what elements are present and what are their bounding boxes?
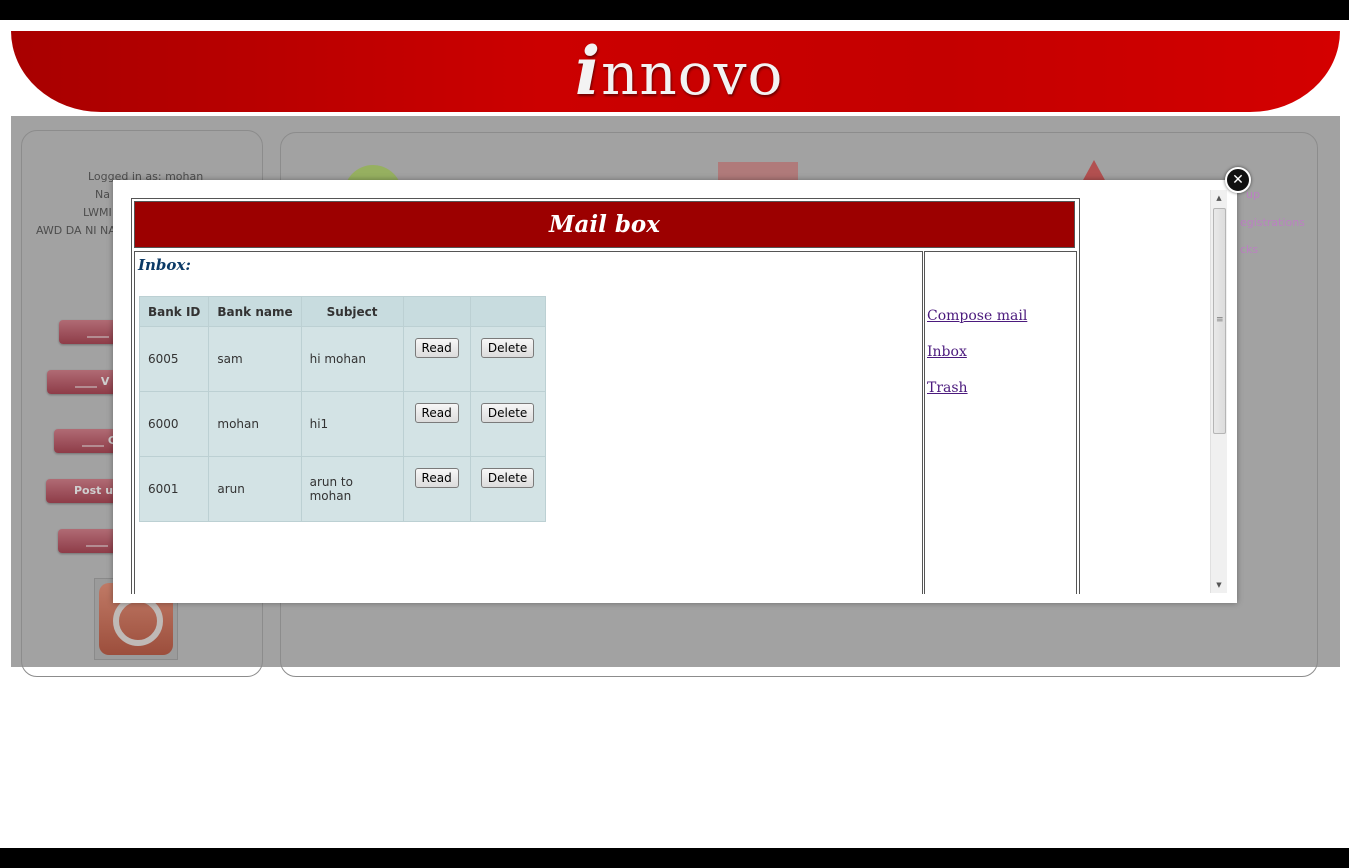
column-header-read	[402, 296, 471, 327]
background-link-2: egistrations	[1240, 216, 1305, 229]
column-header-delete	[469, 296, 546, 327]
scroll-down-arrow-icon[interactable]: ▼	[1211, 577, 1227, 593]
cell-bank-id: 6005	[138, 326, 210, 392]
read-button[interactable]: Read	[414, 338, 459, 358]
delete-button[interactable]: Delete	[480, 468, 535, 488]
cell-bank-name: arun	[208, 456, 302, 522]
column-header-bank-id: Bank ID	[138, 296, 210, 327]
modal-vertical-scrollbar[interactable]: ▲ ≡ ▼	[1210, 190, 1227, 593]
mailbox-frame: Mail box Inbox: Bank ID Bank name Subjec…	[131, 198, 1080, 594]
power-ring	[113, 596, 163, 646]
background-link-3: cks	[1240, 243, 1259, 256]
innovo-logo: innovo	[575, 32, 784, 110]
inbox-link[interactable]: Inbox	[927, 344, 967, 360]
table-row: 6001 arun arun to mohan Read Delete	[138, 456, 546, 522]
column-header-subject: Subject	[300, 296, 404, 327]
inbox-table: Bank ID Bank name Subject 6005 sam hi mo…	[138, 296, 546, 522]
cell-bank-name: mohan	[208, 391, 302, 457]
inbox-section: Inbox: Bank ID Bank name Subject 6005 sa…	[134, 251, 923, 594]
table-row: 6000 mohan hi1 Read Delete	[138, 391, 546, 457]
sidebar-info-line-2: Na	[95, 188, 110, 201]
sidebar-info-line-4: AWD DA NI NA	[36, 224, 116, 237]
cell-read: Read	[402, 326, 471, 392]
sidebar-info-line-3: LWMI	[83, 206, 112, 219]
cell-delete: Delete	[469, 326, 546, 392]
scroll-up-arrow-icon[interactable]: ▲	[1211, 190, 1227, 206]
top-black-bar	[0, 0, 1349, 20]
mailbox-header: Mail box	[134, 201, 1075, 248]
cell-bank-name: sam	[208, 326, 302, 392]
mailbox-nav-section: Compose mail Inbox Trash	[924, 251, 1077, 594]
scroll-thumb[interactable]: ≡	[1213, 208, 1226, 434]
delete-button[interactable]: Delete	[480, 403, 535, 423]
cell-delete: Delete	[469, 456, 546, 522]
cell-delete: Delete	[469, 391, 546, 457]
scroll-grip-icon: ≡	[1216, 315, 1224, 325]
read-button[interactable]: Read	[414, 403, 459, 423]
table-header-row: Bank ID Bank name Subject	[138, 296, 546, 327]
trash-link[interactable]: Trash	[927, 380, 968, 396]
compose-mail-link[interactable]: Compose mail	[927, 308, 1027, 324]
cell-subject: hi1	[300, 391, 404, 457]
cell-subject: hi mohan	[300, 326, 404, 392]
delete-button[interactable]: Delete	[480, 338, 535, 358]
cell-bank-id: 6000	[138, 391, 210, 457]
cell-subject: arun to mohan	[300, 456, 404, 522]
close-icon[interactable]: ✕	[1225, 167, 1251, 193]
mailbox-title: Mail box	[549, 211, 660, 238]
mail-app-icon	[718, 162, 798, 182]
column-header-bank-name: Bank name	[208, 296, 302, 327]
cell-read: Read	[402, 456, 471, 522]
cell-read: Read	[402, 391, 471, 457]
cell-bank-id: 6001	[138, 456, 210, 522]
table-row: 6005 sam hi mohan Read Delete	[138, 326, 546, 392]
background-link-1: up	[1246, 188, 1260, 201]
read-button[interactable]: Read	[414, 468, 459, 488]
inbox-heading: Inbox:	[138, 256, 191, 274]
red-app-icon	[1082, 160, 1106, 182]
bottom-black-bar	[0, 848, 1349, 868]
